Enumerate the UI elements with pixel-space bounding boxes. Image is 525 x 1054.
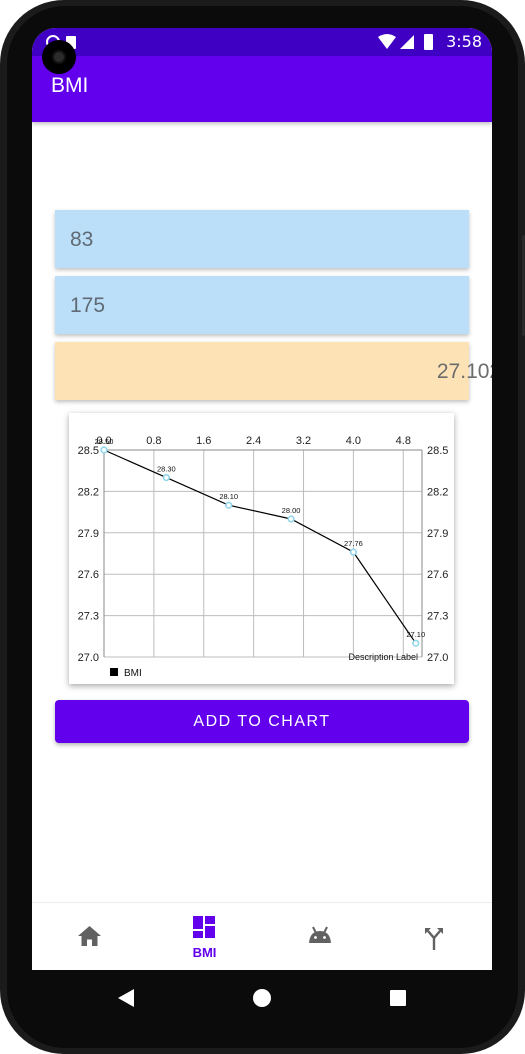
x-tick-label: 3.2	[296, 435, 311, 447]
data-point	[287, 515, 295, 523]
back-icon	[118, 989, 134, 1007]
bottom-navigation: BMI	[32, 902, 492, 970]
height-value: 175	[70, 294, 106, 317]
weight-input[interactable]: 83	[55, 210, 469, 268]
legend-swatch	[110, 668, 118, 676]
android-icon	[309, 926, 331, 943]
chart-canvas[interactable]: 0.0 0.8 1.6 2.4 3.2 4.0 4.828.5 28.528.2 28.227.…	[69, 413, 454, 684]
home-icon	[78, 926, 101, 946]
x-tick-label: 4.8	[396, 435, 411, 447]
y-tick-label-right: 27.3	[427, 611, 448, 623]
data-point	[349, 548, 358, 556]
recents-icon	[390, 990, 406, 1006]
y-tick-label-right: 27.0	[427, 652, 448, 664]
y-tick-label-left: 28.5	[78, 445, 99, 457]
system-nav-buttons	[118, 989, 406, 1007]
y-tick-label-right: 28.2	[427, 486, 448, 498]
data-label: 28.30	[157, 465, 176, 474]
y-tick-label-left: 27.9	[78, 528, 99, 540]
signal-icon	[400, 35, 414, 49]
x-tick-label: 0.8	[146, 435, 161, 447]
y-tick-label-left: 28.2	[78, 486, 99, 498]
chart-description: Description Label	[348, 652, 418, 662]
nav-item-android[interactable]	[262, 903, 377, 970]
data-label: 28.00	[282, 506, 301, 515]
height-input[interactable]: 175	[55, 276, 469, 334]
series-line	[103, 449, 417, 644]
dashboard-icon	[193, 916, 215, 938]
battery-icon	[424, 34, 433, 50]
x-tick-label: 2.4	[246, 435, 261, 447]
device: 3:58 BMI 83 175 27.102 0.00.81.62.43.24.…	[0, 0, 525, 1054]
add-to-chart-button[interactable]: ADD TO CHART	[55, 700, 469, 743]
nav-item-fork[interactable]	[377, 903, 492, 970]
fork-icon	[425, 928, 443, 950]
data-point	[225, 501, 233, 509]
data-point	[162, 473, 170, 482]
x-tick-label: 4.0	[346, 435, 361, 447]
status-icons	[378, 34, 433, 50]
screen: 3:58 BMI 83 175 27.102 0.00.81.62.43.24.…	[32, 28, 492, 970]
data-label: 28.50	[95, 437, 114, 446]
data-label: 27.10	[406, 630, 425, 639]
data-label: 28.10	[219, 492, 238, 501]
data-point	[100, 446, 108, 454]
data-point	[412, 639, 420, 647]
weight-value: 83	[70, 228, 94, 251]
nav-item-home[interactable]	[32, 903, 147, 970]
data-label: 27.76	[344, 539, 363, 548]
y-tick-label-left: 27.3	[78, 611, 99, 623]
wifi-icon	[378, 34, 396, 49]
legend-label: BMI	[124, 668, 142, 679]
page-title: BMI	[51, 74, 89, 97]
status-time: 3:58	[446, 32, 482, 51]
y-tick-label-left: 27.6	[78, 569, 99, 581]
nav-label-bmi: BMI	[192, 945, 217, 960]
x-tick-label: 1.6	[196, 435, 211, 447]
front-camera	[42, 40, 76, 74]
y-tick-label-right: 27.6	[427, 569, 448, 581]
bmi-chart[interactable]: 0.0 0.8 1.6 2.4 3.2 4.0 4.8 28.5 28.5 28.2 28.2 27.…	[69, 413, 454, 684]
y-tick-label-right: 28.5	[427, 445, 448, 457]
app-bar: BMI	[32, 56, 492, 122]
system-navigation	[32, 970, 492, 1026]
nav-item-bmi[interactable]: BMI	[147, 903, 262, 970]
status-bar: 3:58	[32, 28, 492, 56]
bmi-result: 27.102	[55, 342, 492, 400]
bmi-result-value: 27.102	[436, 360, 492, 383]
y-tick-label-left: 27.0	[78, 652, 99, 664]
home-button-icon	[253, 989, 271, 1007]
y-tick-label-right: 27.9	[427, 528, 448, 540]
